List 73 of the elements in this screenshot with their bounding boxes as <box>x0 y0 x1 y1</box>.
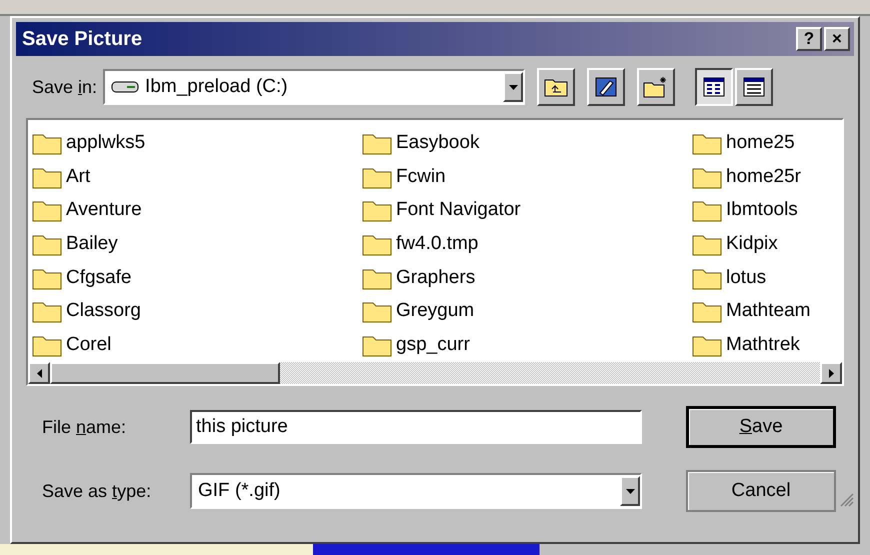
help-button[interactable]: ? <box>796 27 822 51</box>
details-view-icon <box>743 77 766 97</box>
caret-icon <box>508 84 518 90</box>
folder-name: Ibmtools <box>726 199 798 222</box>
folder-name: Bailey <box>66 233 118 256</box>
folder-item[interactable]: Easybook <box>362 126 692 160</box>
folder-item[interactable]: applwks5 <box>32 126 362 160</box>
folder-name: Font Navigator <box>396 199 521 222</box>
scroll-right-button[interactable] <box>820 362 842 384</box>
cancel-button[interactable]: Cancel <box>686 470 836 512</box>
details-view-button[interactable] <box>735 68 774 106</box>
folder-item[interactable]: Art <box>32 160 362 194</box>
folder-item[interactable]: home25r <box>692 160 842 194</box>
close-button[interactable]: × <box>824 27 850 51</box>
up-folder-icon <box>544 77 568 97</box>
folder-name: gsp_curr <box>396 334 470 356</box>
dropdown-value: GIF (*.gif) <box>198 480 280 502</box>
folder-item[interactable]: Corel <box>32 328 362 362</box>
folder-item[interactable]: Ibmtools <box>692 193 842 228</box>
caret-icon <box>626 488 634 494</box>
list-view-icon <box>703 77 726 97</box>
folder-item[interactable]: lotus <box>692 260 842 295</box>
folder-item[interactable]: Greygum <box>362 294 692 328</box>
horizontal-scrollbar[interactable] <box>28 362 842 384</box>
save-in-label: Save in: <box>32 76 98 98</box>
folder-item[interactable]: Font Navigator <box>362 193 692 228</box>
folder-name: Mathtrek <box>726 334 800 356</box>
folder-name: Kidpix <box>726 233 778 256</box>
folder-name: lotus <box>726 266 766 289</box>
folder-item[interactable]: Bailey <box>32 227 362 261</box>
folder-item[interactable]: Aventure <box>32 193 362 228</box>
folder-name: Greygum <box>396 300 474 322</box>
folder-name: Mathteam <box>726 300 810 322</box>
folder-name: Aventure <box>66 199 142 222</box>
folder-name: Graphers <box>396 266 476 289</box>
folder-item[interactable]: Mathteam <box>692 294 842 328</box>
desktop-button[interactable] <box>587 68 626 106</box>
folder-item[interactable]: gsp_curr <box>362 328 692 362</box>
new-folder-button[interactable] <box>637 68 676 106</box>
folder-item[interactable]: Graphers <box>362 260 692 295</box>
folder-item[interactable]: home25 <box>692 126 842 160</box>
folder-item[interactable]: Classorg <box>32 294 362 328</box>
save-as-type-dropdown[interactable]: GIF (*.gif) <box>190 473 642 509</box>
folder-item[interactable]: Mathtrek <box>692 328 842 362</box>
folder-item[interactable]: Fcwin <box>362 160 692 194</box>
right-arrow-icon <box>828 368 834 378</box>
folder-name: Corel <box>66 334 112 356</box>
save-in-dropdown[interactable]: Ibm_preload (C:) <box>103 69 526 105</box>
scroll-left-button[interactable] <box>28 362 50 384</box>
folder-name: home25 <box>726 132 795 154</box>
folder-name: fw4.0.tmp <box>396 233 478 256</box>
folder-name: Classorg <box>66 300 141 322</box>
list-view-button[interactable] <box>695 68 734 106</box>
dropdown-value: Ibm_preload (C:) <box>145 76 288 98</box>
folder-name: Easybook <box>396 132 480 154</box>
save-as-type-label: Save as type: <box>42 480 152 502</box>
file-name-field[interactable]: this picture <box>190 410 642 444</box>
window-title: Save Picture <box>22 28 142 50</box>
drive-icon <box>111 80 140 94</box>
folder-name: Art <box>66 166 90 188</box>
folder-name: Cfgsafe <box>66 266 132 289</box>
file-name-label: File name: <box>42 416 128 438</box>
folder-item[interactable]: Cfgsafe <box>32 260 362 295</box>
folder-name: home25r <box>726 166 801 188</box>
folder-name: Fcwin <box>396 166 446 188</box>
folder-item[interactable]: fw4.0.tmp <box>362 227 692 261</box>
resize-grip-icon[interactable] <box>840 493 854 507</box>
save-button[interactable]: Save <box>686 406 836 448</box>
scroll-thumb[interactable] <box>50 362 280 384</box>
folder-item[interactable]: Kidpix <box>692 227 842 261</box>
up-folder-button[interactable] <box>537 68 576 106</box>
folder-name: applwks5 <box>66 132 146 154</box>
left-arrow-icon <box>36 368 42 378</box>
